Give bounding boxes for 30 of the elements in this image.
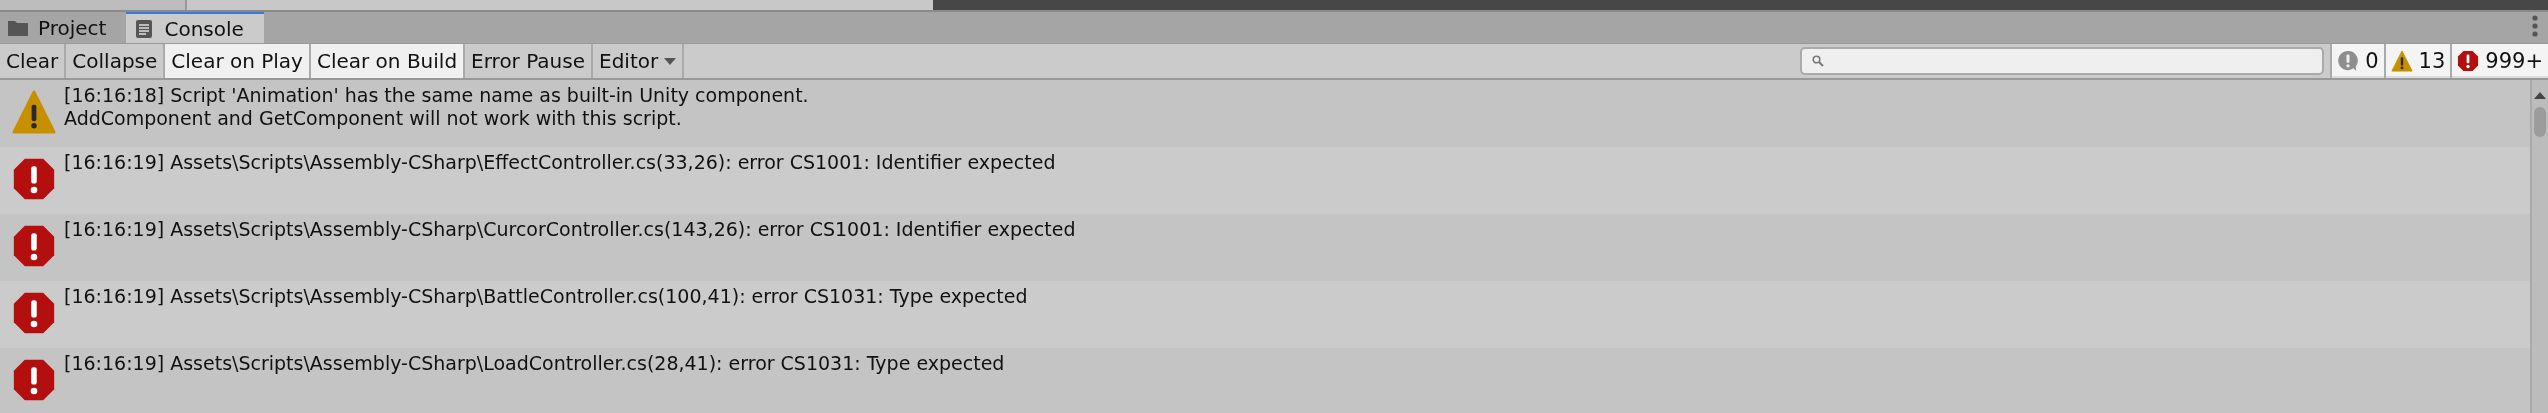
folder-icon [8, 18, 28, 37]
speech-bubble-icon [2337, 50, 2360, 72]
warning-icon [2390, 50, 2413, 72]
search-field[interactable] [1800, 47, 2325, 75]
scroll-up-icon[interactable] [2534, 92, 2546, 99]
scrollbar[interactable] [2530, 80, 2548, 413]
panel-tab[interactable]: Console [126, 12, 264, 43]
toolbar-button[interactable]: Clear on Play [165, 44, 311, 78]
log-message: [16:16:19] Assets\Scripts\Assembly-CSharp\CurcorController.cs(143,26): error CS1001: Identifier expected [64, 218, 1076, 241]
error-icon [2457, 50, 2480, 72]
filter-button[interactable]: 0 [2330, 44, 2384, 78]
log-message: [16:16:18] Script 'Animation' has the same name as built-in Unity component. [64, 84, 809, 107]
toolbar-button[interactable]: Clear on Build [310, 44, 466, 78]
scroll-thumb[interactable] [2534, 107, 2546, 137]
error-icon [12, 358, 56, 402]
log-message: [16:16:19] Assets\Scripts\Assembly-CSharp\EffectController.cs(33,26): error CS1001: Identifier expected [64, 151, 1056, 174]
error-icon [12, 291, 56, 335]
search-icon [1812, 55, 1825, 67]
filter-button[interactable]: 999+ [2450, 44, 2548, 78]
warning-icon [12, 90, 56, 134]
panel-tab[interactable]: Project [0, 12, 127, 43]
document-icon [134, 19, 155, 38]
log-message: [16:16:19] Assets\Scripts\Assembly-CSharp\LoadController.cs(28,41): error CS1031: Type expected [64, 352, 1005, 375]
log-message: [16:16:19] Assets\Scripts\Assembly-CSharp\BattleController.cs(100,41): error CS1031: Type expected [64, 285, 1028, 308]
error-icon [12, 224, 56, 268]
more-options-icon[interactable] [2532, 15, 2538, 37]
filter-button[interactable]: 13 [2383, 44, 2451, 78]
error-icon [12, 157, 56, 201]
caret-icon [664, 57, 677, 65]
log-message: AddComponent and GetComponent will not work with this script. [64, 107, 683, 130]
